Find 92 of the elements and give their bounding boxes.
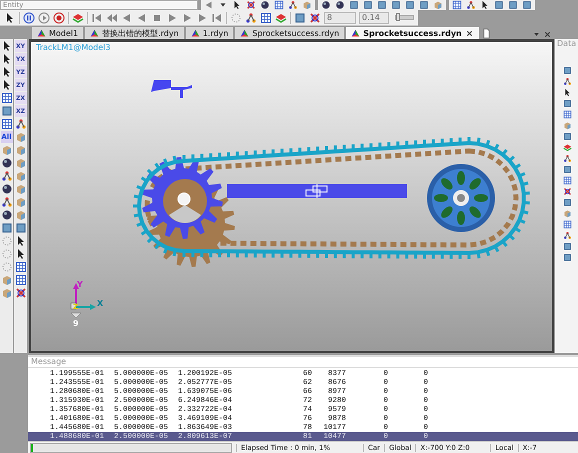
time-field[interactable]: 0.14 (359, 12, 389, 24)
cursor-icon[interactable] (232, 0, 242, 10)
sphere-icon[interactable] (335, 0, 345, 10)
layers-icon[interactable] (563, 143, 572, 152)
cube-icon[interactable] (563, 121, 572, 130)
box-icon[interactable] (0, 105, 12, 117)
document-tab[interactable]: Sprocketsuccess.rdyn (346, 27, 479, 39)
grid-icon[interactable] (563, 176, 572, 185)
grid-icon[interactable] (452, 0, 462, 10)
link-icon[interactable] (14, 118, 26, 130)
link-icon[interactable] (288, 0, 298, 10)
cursor-icon[interactable] (4, 12, 16, 24)
tab-logo-icon[interactable] (90, 28, 100, 38)
box-icon[interactable] (363, 0, 373, 10)
grid-icon[interactable] (0, 92, 12, 104)
link-icon[interactable] (563, 154, 572, 163)
document-tab[interactable]: 替换出错的模型.rdyn (85, 27, 184, 39)
grid-icon[interactable] (14, 261, 26, 273)
box-icon[interactable] (563, 99, 572, 108)
box-icon[interactable] (563, 253, 572, 262)
box-icon[interactable] (391, 0, 401, 10)
wheel-drawing (427, 164, 495, 232)
tab-logo-icon[interactable] (240, 28, 250, 38)
document-tab[interactable]: Model1 (32, 27, 84, 39)
grid-icon[interactable] (274, 0, 284, 10)
axis-label: Y (77, 280, 83, 289)
dots-icon[interactable] (0, 261, 12, 273)
sphere-icon[interactable] (0, 183, 12, 195)
slider-thumb[interactable] (396, 13, 400, 21)
box-icon[interactable] (419, 0, 429, 10)
layers-icon[interactable] (275, 12, 287, 24)
link-icon[interactable] (563, 77, 572, 86)
grid-icon[interactable] (260, 12, 272, 24)
cross-icon[interactable] (246, 0, 256, 10)
sphere-icon[interactable] (260, 0, 270, 10)
link-icon[interactable] (245, 12, 257, 24)
cube-icon[interactable] (563, 209, 572, 218)
panel-title: Message (31, 357, 66, 366)
axis-label: X (97, 299, 104, 308)
cursor-icon[interactable] (480, 0, 490, 10)
sphere-icon[interactable] (321, 0, 331, 10)
skip-icon[interactable] (91, 12, 103, 24)
dots-icon[interactable] (0, 235, 12, 247)
cross-icon[interactable] (309, 12, 321, 24)
model-title: TrackLM1@Model3 (36, 43, 110, 52)
axis-label: 9 (73, 319, 79, 328)
cross-icon[interactable] (563, 187, 572, 196)
dots-icon[interactable] (230, 12, 242, 24)
panel-title: Data (556, 39, 576, 48)
sphere-icon[interactable] (0, 209, 12, 221)
cross-icon[interactable] (14, 287, 26, 299)
hub-drawing (163, 179, 207, 223)
pause-icon[interactable] (23, 12, 35, 24)
document-tab[interactable]: 1.rdyn (186, 27, 234, 39)
play-circle-icon[interactable] (38, 12, 50, 24)
axis-triad-drawing (70, 283, 96, 318)
link-icon[interactable] (0, 196, 12, 208)
layers-icon[interactable] (72, 12, 84, 24)
grid-icon[interactable] (14, 274, 26, 286)
box-icon[interactable] (522, 0, 532, 10)
joint-drawing (306, 184, 328, 198)
grid-icon[interactable] (563, 110, 572, 119)
box-icon[interactable] (563, 66, 572, 75)
tab-logo-icon[interactable] (37, 28, 46, 38)
link-drawing (151, 80, 192, 98)
document-tab[interactable]: Sprocketsuccess.rdyn (235, 27, 344, 39)
box-icon[interactable] (563, 198, 572, 207)
box-icon[interactable] (563, 132, 572, 141)
cursor-icon[interactable] (563, 88, 572, 97)
dots-icon[interactable] (0, 248, 12, 260)
grid-icon[interactable] (0, 118, 12, 130)
step-field[interactable]: 8 (324, 12, 356, 24)
link-icon[interactable] (466, 0, 476, 10)
tab-logo-icon[interactable] (190, 28, 200, 38)
link-icon[interactable] (0, 170, 12, 182)
box-icon[interactable] (14, 222, 26, 234)
box-icon[interactable] (508, 0, 518, 10)
box-icon[interactable] (0, 222, 12, 234)
box-icon[interactable] (563, 165, 572, 174)
link-icon[interactable] (563, 231, 572, 240)
record-icon[interactable] (53, 12, 65, 24)
grid-icon[interactable] (563, 220, 572, 229)
close-icon[interactable] (464, 28, 474, 38)
box-icon[interactable] (294, 12, 306, 24)
speed-slider[interactable] (395, 15, 414, 20)
box-icon[interactable] (563, 242, 572, 251)
box-icon[interactable] (405, 0, 415, 10)
box-icon[interactable] (349, 0, 359, 10)
box-icon[interactable] (494, 0, 504, 10)
sphere-icon[interactable] (0, 157, 12, 169)
box-icon[interactable] (377, 0, 387, 10)
tab-logo-icon[interactable] (351, 28, 360, 38)
